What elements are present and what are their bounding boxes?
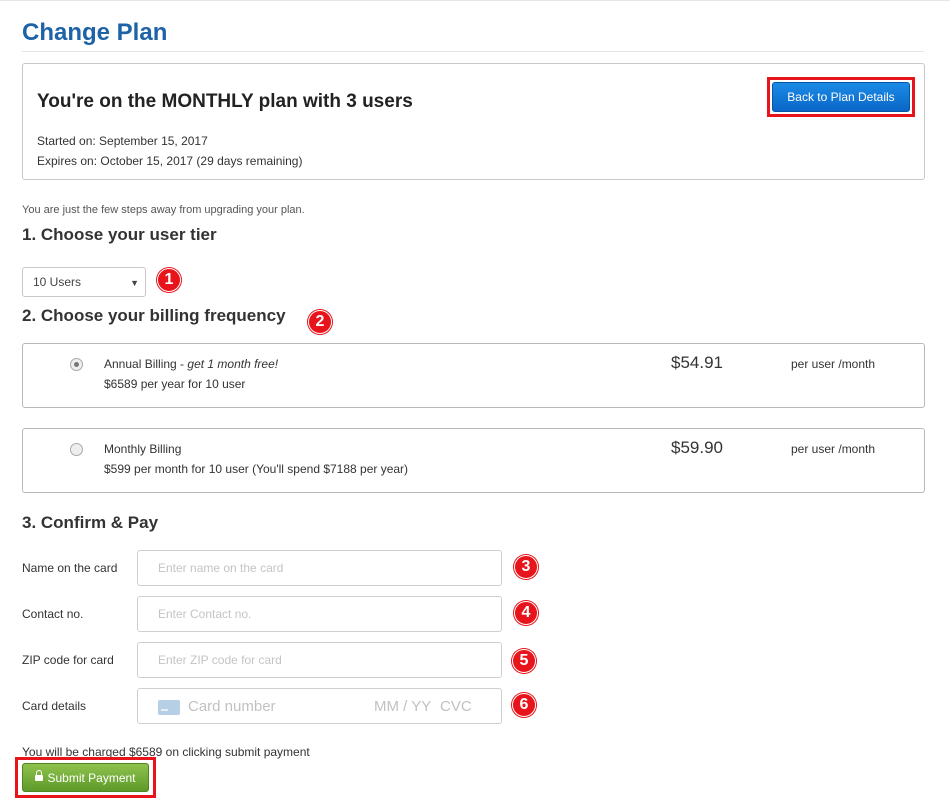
billing-option-subtitle: $599 per month for 10 user (You'll spend…: [104, 462, 409, 476]
step-badge-5: 5: [512, 649, 536, 673]
title-divider: [22, 51, 924, 52]
name-on-card-input[interactable]: [137, 550, 502, 586]
submit-payment-label: Submit Payment: [47, 770, 136, 785]
step-badge-1: 1: [157, 268, 181, 292]
user-tier-select[interactable]: 10 Users ▼: [22, 267, 146, 297]
submit-button-highlight: Submit Payment: [15, 757, 156, 798]
dropdown-arrow-icon: ▼: [130, 278, 139, 288]
step3-heading: 3. Confirm & Pay: [22, 513, 159, 532]
user-tier-selected-value: 10 Users: [33, 275, 82, 289]
contact-no-input[interactable]: [137, 596, 502, 632]
zip-code-input[interactable]: [137, 642, 502, 678]
zip-code-label: ZIP code for card: [22, 653, 114, 667]
plan-expiry-date: Expires on: October 15, 2017 (29 days re…: [37, 154, 303, 168]
billing-option-annual[interactable]: Annual Billing - get 1 month free! $6589…: [22, 343, 925, 408]
lock-icon: [35, 770, 44, 783]
submit-payment-button[interactable]: Submit Payment: [22, 763, 149, 792]
step-badge-4: 4: [514, 601, 538, 625]
credit-card-icon: [158, 700, 180, 715]
billing-option-title: Annual Billing - get 1 month free!: [104, 357, 279, 371]
billing-option-unit: per user /month: [791, 442, 876, 456]
billing-option-subtitle: $6589 per year for 10 user: [104, 377, 246, 391]
billing-option-unit: per user /month: [791, 357, 876, 371]
top-border: [0, 0, 950, 1]
annual-promo-text: get 1 month free!: [187, 357, 279, 371]
step1-heading: 1. Choose your user tier: [22, 225, 217, 244]
card-details-field[interactable]: Card number MM / YY CVC: [137, 688, 502, 724]
billing-option-price: $59.90: [671, 438, 723, 457]
billing-option-monthly[interactable]: Monthly Billing $599 per month for 10 us…: [22, 428, 925, 493]
card-expiry-input[interactable]: MM / YY: [374, 698, 431, 715]
monthly-billing-radio[interactable]: [70, 443, 83, 456]
steps-note: You are just the few steps away from upg…: [22, 204, 305, 216]
step2-heading: 2. Choose your billing frequency: [22, 306, 286, 325]
current-plan-panel: You're on the MONTHLY plan with 3 users …: [22, 63, 925, 180]
contact-no-label: Contact no.: [22, 607, 84, 621]
plan-started-date: Started on: September 15, 2017: [37, 134, 208, 148]
back-to-plan-details-button[interactable]: Back to Plan Details: [772, 82, 910, 112]
billing-option-title: Monthly Billing: [104, 442, 182, 456]
step-badge-6: 6: [512, 693, 536, 717]
page-title: Change Plan: [22, 19, 168, 46]
step-badge-3: 3: [514, 555, 538, 579]
annual-billing-radio[interactable]: [70, 358, 83, 371]
card-cvc-input[interactable]: CVC: [440, 698, 472, 715]
step-badge-2: 2: [308, 310, 332, 334]
billing-option-price: $54.91: [671, 353, 723, 372]
back-button-highlight: Back to Plan Details: [767, 77, 915, 117]
card-details-label: Card details: [22, 699, 87, 713]
name-on-card-label: Name on the card: [22, 561, 118, 575]
current-plan-heading: You're on the MONTHLY plan with 3 users: [37, 91, 413, 112]
card-number-input[interactable]: Card number: [188, 698, 276, 715]
